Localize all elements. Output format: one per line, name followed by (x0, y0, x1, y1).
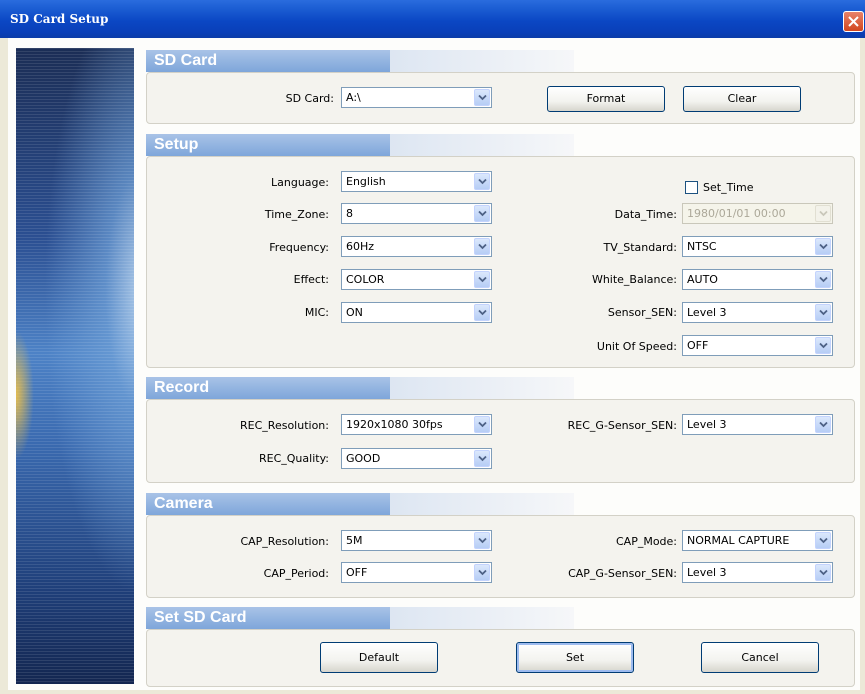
rec-resolution-select[interactable]: 1920x1080 30fps (341, 414, 492, 435)
effect-value: COLOR (346, 273, 385, 286)
sd-card-value: A:\ (346, 91, 361, 104)
effect-select[interactable]: COLOR (341, 269, 492, 290)
chevron-down-icon[interactable] (474, 532, 490, 549)
cancel-button[interactable]: Cancel (701, 642, 819, 673)
mic-label: MIC: (304, 306, 329, 319)
tv-standard-select[interactable]: NTSC (682, 236, 833, 257)
chevron-down-icon[interactable] (474, 205, 490, 222)
chevron-down-icon[interactable] (474, 450, 490, 467)
chevron-down-icon[interactable] (815, 271, 831, 288)
language-value: English (346, 175, 386, 188)
rec-resolution-value: 1920x1080 30fps (346, 418, 443, 431)
data-time-label: Data_Time: (614, 208, 677, 221)
rec-resolution-label: REC_Resolution: (240, 419, 329, 432)
rec-quality-select[interactable]: GOOD (341, 448, 492, 469)
group-camera (146, 515, 855, 598)
frequency-value: 60Hz (346, 240, 375, 253)
cap-resolution-select[interactable]: 5M (341, 530, 492, 551)
cap-g-sensor-sen-label: CAP_G-Sensor_SEN: (568, 567, 677, 580)
set-button[interactable]: Set (516, 642, 634, 673)
unit-of-speed-label: Unit Of Speed: (596, 340, 677, 353)
white-balance-select[interactable]: AUTO (682, 269, 833, 290)
format-button[interactable]: Format (547, 86, 665, 112)
rec-quality-label: REC_Quality: (259, 452, 329, 465)
white-balance-value: AUTO (687, 273, 718, 286)
cap-mode-label: CAP_Mode: (615, 535, 677, 548)
cap-period-value: OFF (346, 566, 368, 579)
sensor-sen-select[interactable]: Level 3 (682, 302, 833, 323)
set-time-checkbox[interactable] (685, 181, 698, 194)
cap-g-sensor-sen-value: Level 3 (687, 566, 727, 579)
group-record (146, 399, 855, 483)
sd-card-label: SD Card: (285, 92, 334, 105)
white-balance-label: White_Balance: (591, 273, 677, 286)
chevron-down-icon[interactable] (815, 304, 831, 321)
mic-select[interactable]: ON (341, 302, 492, 323)
tv-standard-value: NTSC (687, 240, 717, 253)
chevron-down-icon[interactable] (815, 416, 831, 433)
section-header-setup: Setup (146, 134, 574, 158)
mic-value: ON (346, 306, 363, 319)
chevron-down-icon[interactable] (474, 564, 490, 581)
chevron-down-icon[interactable] (815, 238, 831, 255)
chevron-down-icon[interactable] (474, 304, 490, 321)
chevron-down-icon[interactable] (474, 271, 490, 288)
cap-g-sensor-sen-select[interactable]: Level 3 (682, 562, 833, 583)
chevron-down-icon[interactable] (815, 532, 831, 549)
unit-of-speed-select[interactable]: OFF (682, 335, 833, 356)
close-icon (848, 16, 859, 27)
chevron-down-icon[interactable] (474, 238, 490, 255)
time-zone-select[interactable]: 8 (341, 203, 492, 224)
cap-mode-select[interactable]: NORMAL CAPTURE (682, 530, 833, 551)
section-header-record: Record (146, 377, 574, 401)
section-header-set-sd-card: Set SD Card (146, 607, 574, 631)
rec-g-sensor-sen-value: Level 3 (687, 418, 727, 431)
chevron-down-icon[interactable] (474, 173, 490, 190)
section-header-sd-card: SD Card (146, 50, 574, 74)
section-title: Camera (154, 495, 213, 512)
data-time-value: 1980/01/01 00:00 (687, 207, 786, 220)
clear-button[interactable]: Clear (683, 86, 801, 112)
rec-g-sensor-sen-select[interactable]: Level 3 (682, 414, 833, 435)
language-select[interactable]: English (341, 171, 492, 192)
set-time-label[interactable]: Set_Time (703, 181, 753, 194)
section-title: Set SD Card (154, 609, 247, 626)
section-title: Record (154, 379, 210, 396)
time-zone-label: Time_Zone: (264, 208, 329, 221)
effect-label: Effect: (293, 273, 329, 286)
sensor-sen-label: Sensor_SEN: (607, 306, 677, 319)
window-title: SD Card Setup (10, 12, 109, 26)
chevron-down-icon[interactable] (815, 337, 831, 354)
section-title: SD Card (154, 52, 218, 69)
sd-card-select[interactable]: A:\ (341, 87, 492, 108)
sidebar-banner-glow (16, 330, 34, 460)
default-button[interactable]: Default (320, 642, 438, 673)
data-time-select: 1980/01/01 00:00 (682, 203, 833, 224)
sensor-sen-value: Level 3 (687, 306, 727, 319)
section-title: Setup (154, 136, 199, 153)
close-button[interactable] (843, 11, 864, 32)
cap-resolution-label: CAP_Resolution: (240, 535, 329, 548)
cap-resolution-value: 5M (346, 534, 363, 547)
chevron-down-icon[interactable] (474, 89, 490, 106)
rec-g-sensor-sen-label: REC_G-Sensor_SEN: (567, 419, 677, 432)
title-bar[interactable]: SD Card Setup (0, 0, 865, 38)
chevron-down-icon[interactable] (815, 564, 831, 581)
sd-card-setup-window: SD Card Setup SD Card SD Card: A:\ Forma… (0, 0, 865, 694)
frequency-label: Frequency: (269, 241, 329, 254)
time-zone-value: 8 (346, 207, 353, 220)
section-header-camera: Camera (146, 493, 574, 517)
chevron-down-icon (815, 205, 831, 222)
chevron-down-icon[interactable] (474, 416, 490, 433)
cap-mode-value: NORMAL CAPTURE (687, 534, 790, 547)
language-label: Language: (271, 176, 329, 189)
frequency-select[interactable]: 60Hz (341, 236, 492, 257)
cap-period-select[interactable]: OFF (341, 562, 492, 583)
cap-period-label: CAP_Period: (263, 567, 329, 580)
unit-of-speed-value: OFF (687, 339, 709, 352)
tv-standard-label: TV_Standard: (603, 241, 678, 254)
rec-quality-value: GOOD (346, 452, 381, 465)
